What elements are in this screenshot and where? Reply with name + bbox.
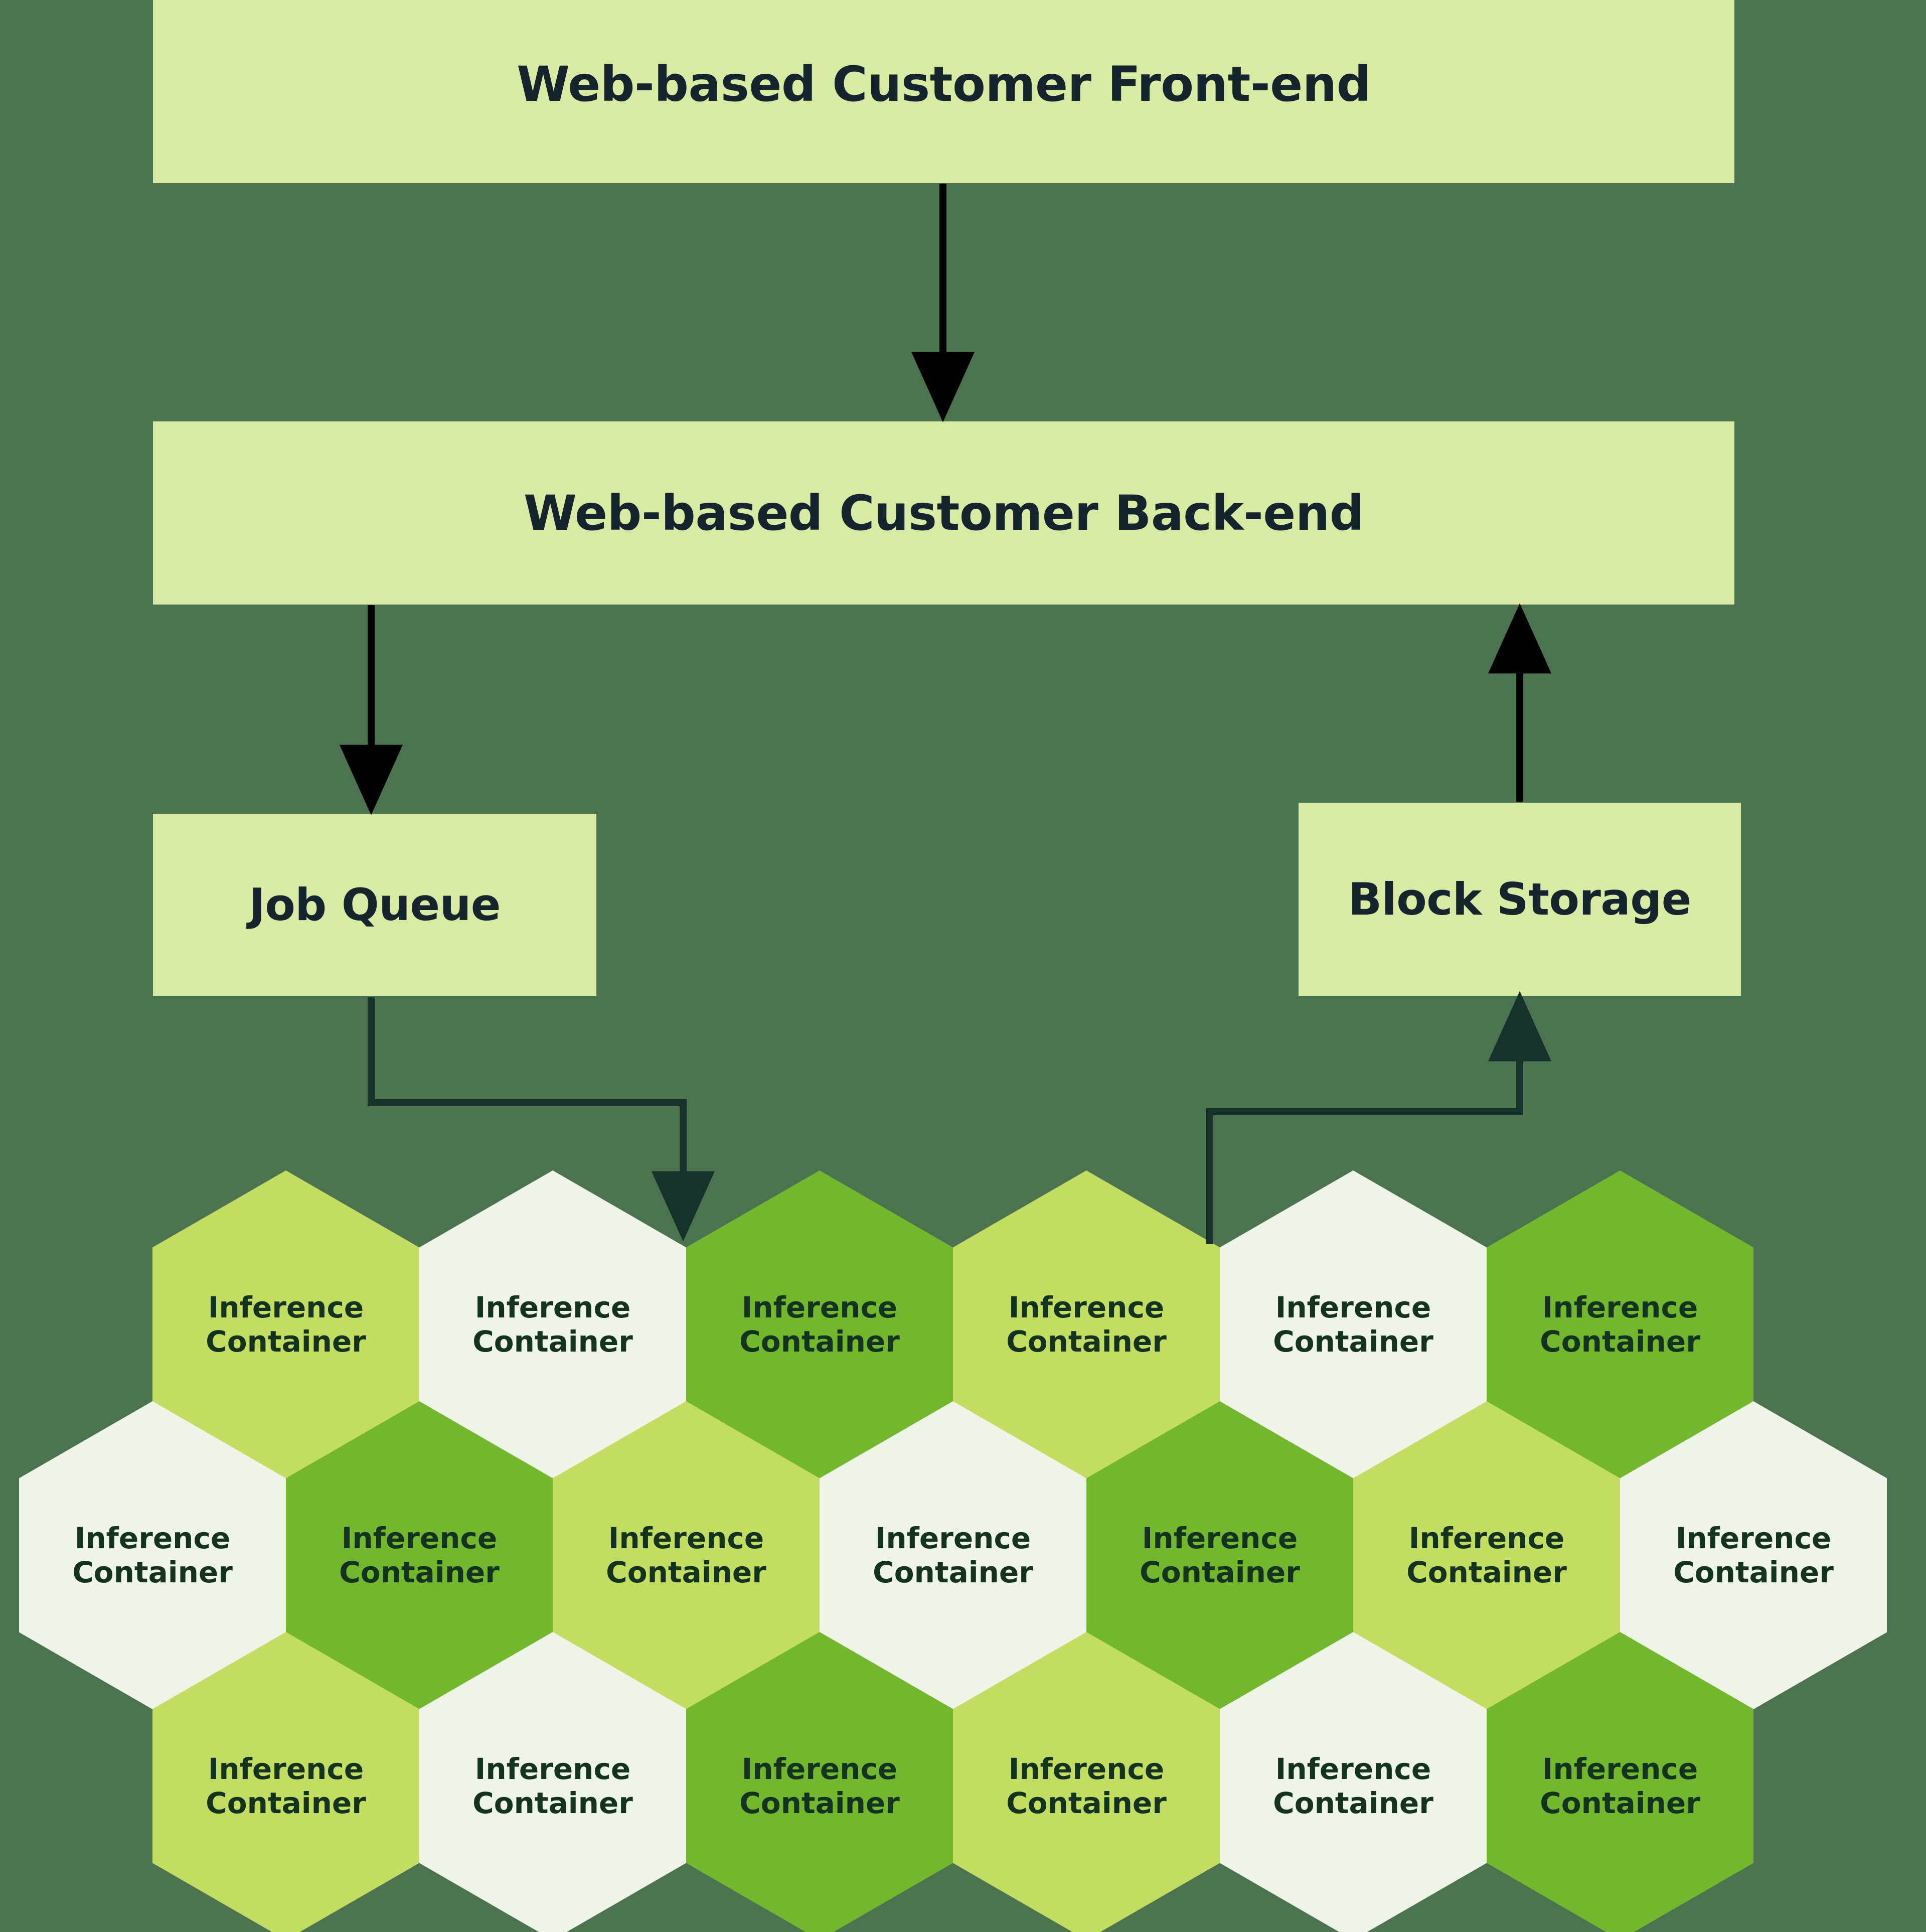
hex-label-inference-container: Inference Container (739, 1290, 900, 1359)
inference-container-hex-grid: Inference Container Inference Container In… (0, 0, 1926, 1932)
hex-label-inference-container: Inference Container (1540, 1751, 1700, 1820)
hex-label-inference-container: Inference Container (72, 1521, 233, 1589)
hex-label-inference-container: Inference Container (1006, 1290, 1167, 1359)
architecture-diagram: Web-based Customer Front-end Web-based C… (0, 0, 1926, 1932)
hex-label-inference-container: Inference Container (1673, 1521, 1834, 1589)
hex-label-inference-container: Inference Container (873, 1521, 1033, 1589)
hex-label-inference-container: Inference Container (739, 1751, 900, 1820)
hex-label-inference-container: Inference Container (472, 1751, 633, 1820)
hex-label-inference-container: Inference Container (1540, 1290, 1700, 1359)
hex-label-inference-container: Inference Container (1273, 1751, 1433, 1820)
hex-label-inference-container: Inference Container (1406, 1521, 1567, 1589)
hex-label-inference-container: Inference Container (1273, 1290, 1433, 1359)
hex-label-inference-container: Inference Container (206, 1751, 366, 1820)
hex-label-inference-container: Inference Container (606, 1521, 766, 1589)
hex-label-inference-container: Inference Container (1140, 1521, 1300, 1589)
hex-label-inference-container: Inference Container (1006, 1751, 1167, 1820)
hex-label-inference-container: Inference Container (472, 1290, 633, 1359)
hex-label-inference-container: Inference Container (339, 1521, 500, 1589)
hex-label-inference-container: Inference Container (206, 1290, 366, 1359)
